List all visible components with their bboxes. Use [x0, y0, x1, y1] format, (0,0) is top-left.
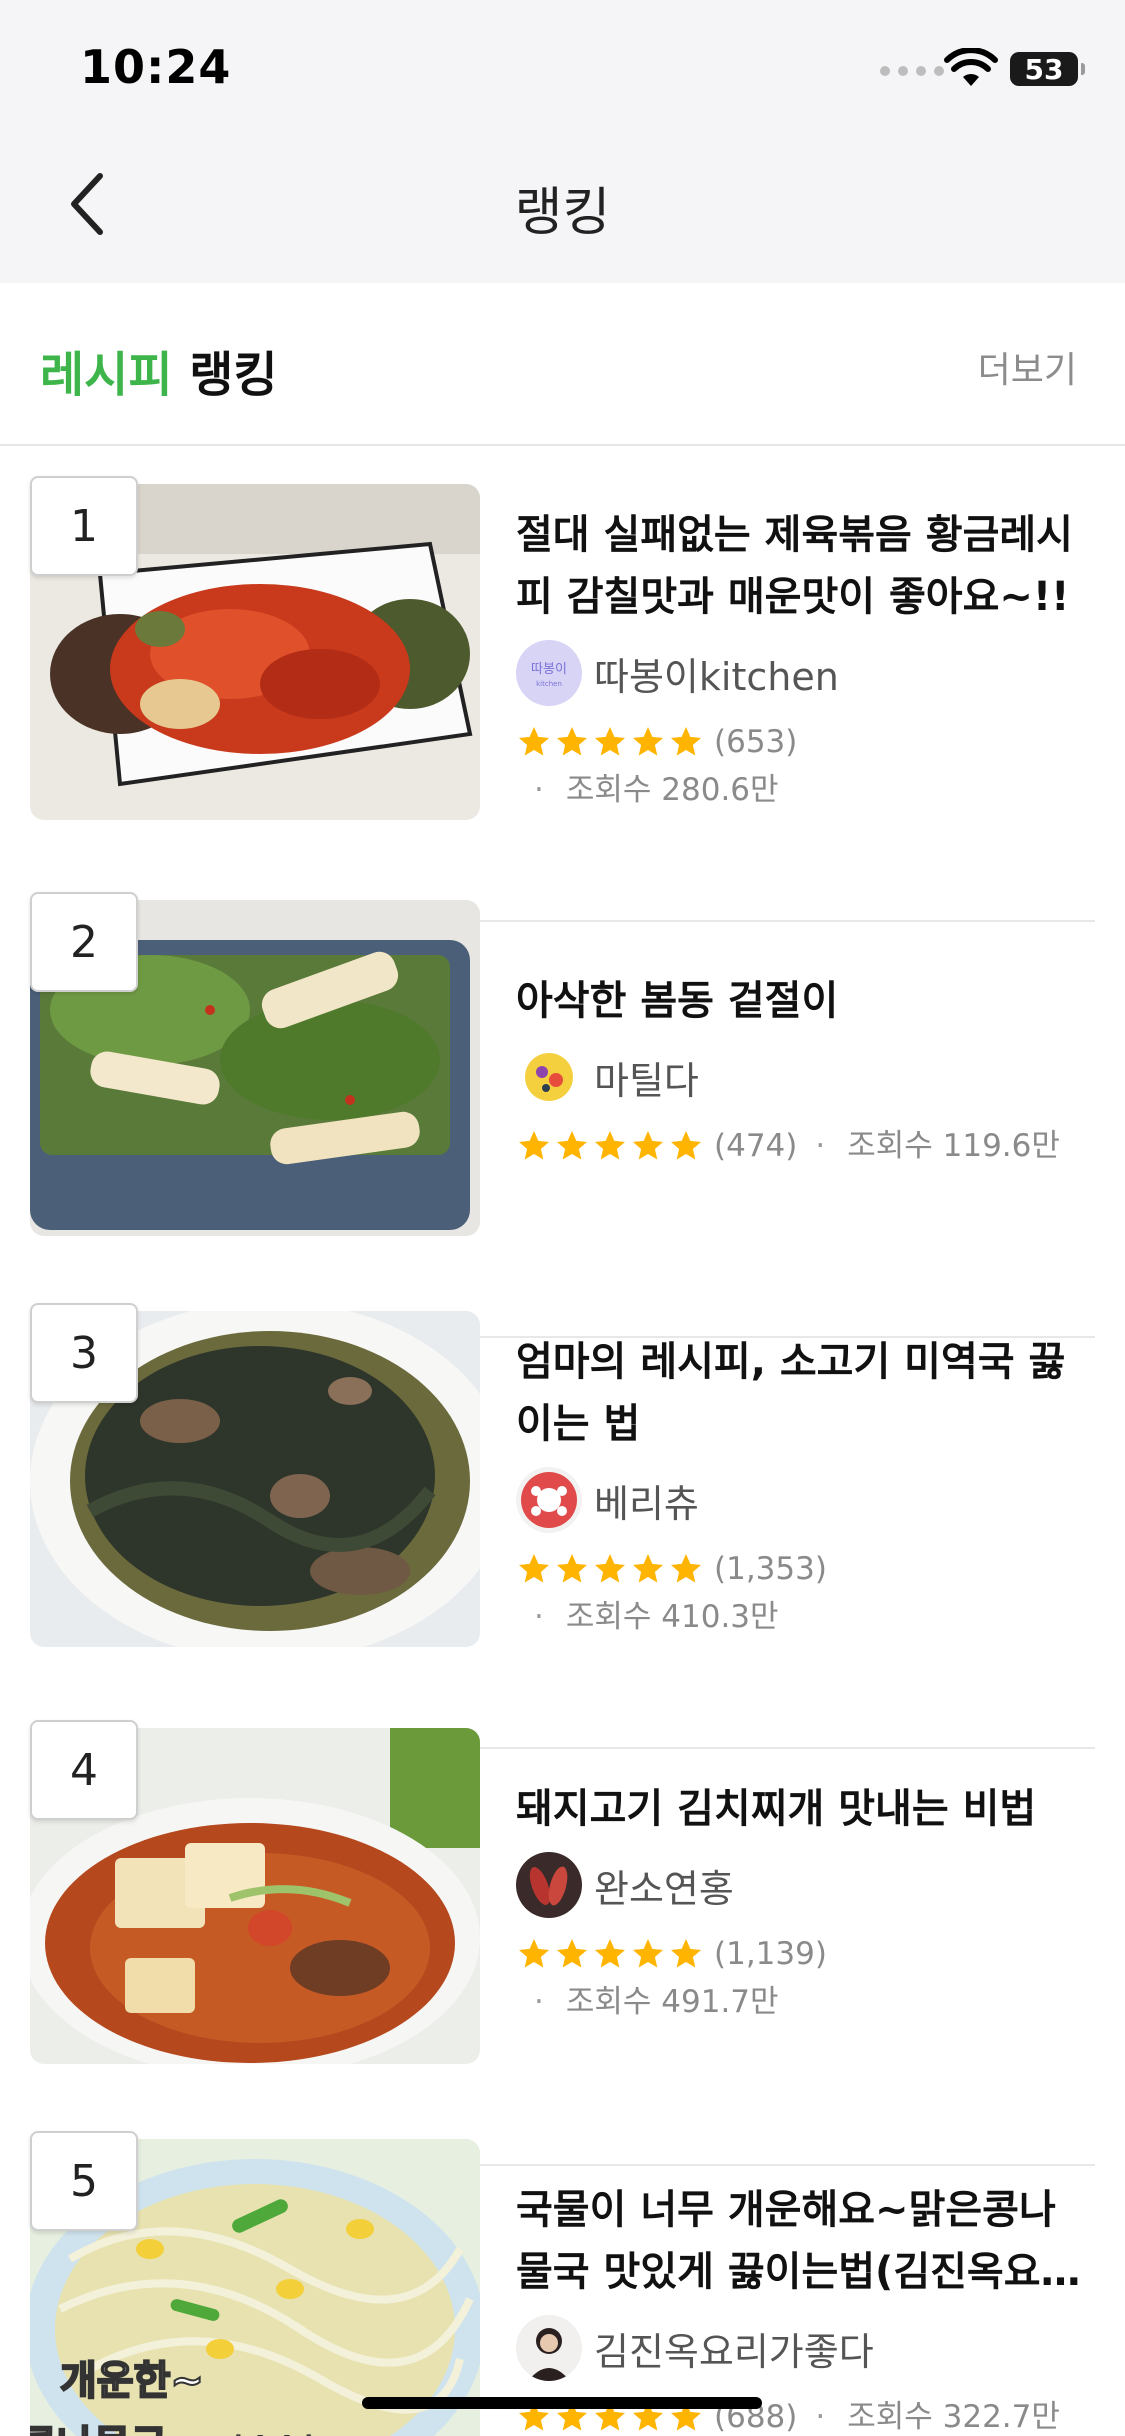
recipe-title: 국물이 너무 개운해요~맑은콩나물국 맛있게 끓이는법(김진옥요리가좋다)	[516, 2187, 1078, 2295]
rating-stars	[516, 1551, 704, 1587]
separator-dot: ·	[815, 2399, 826, 2435]
recipe-author: 베리츄	[516, 1467, 1085, 1533]
star-icon	[557, 727, 587, 756]
recipe-info: 돼지고기 김치찌개 맛내는 비법 완소연홍 (1,139) · 조회수 491.…	[516, 1778, 1085, 2026]
view-count: 조회수 491.7만	[565, 1984, 779, 2020]
author-avatar	[516, 1467, 582, 1533]
separator-dot: ·	[534, 1599, 544, 1635]
rank-badge: 1	[30, 476, 138, 576]
star-icon	[671, 1131, 701, 1160]
star-icon	[633, 1131, 663, 1160]
rating-count: (474)	[714, 1128, 798, 1164]
svg-text:kitchen: kitchen	[536, 680, 562, 688]
rank-badge: 4	[30, 1720, 138, 1820]
rating-stars	[516, 1936, 704, 1972]
recipe-meta: (653) · 조회수 280.6만	[516, 718, 1085, 814]
author-avatar	[516, 2315, 582, 2381]
recipe-meta: (1,139) · 조회수 491.7만	[516, 1930, 1085, 2026]
star-icon	[519, 1131, 549, 1160]
view-count: 조회수 280.6만	[565, 772, 779, 808]
view-count: 조회수 322.7만	[847, 2399, 1060, 2435]
recipe-title: 돼지고기 김치찌개 맛내는 비법	[516, 1786, 1037, 1832]
section-title: 레시피 랭킹	[40, 335, 278, 405]
separator-dot: ·	[534, 1984, 544, 2020]
star-icon	[671, 1554, 701, 1583]
recipe-title: 절대 실패없는 제육볶음 황금레시피 감칠맛과 매운맛이 좋아요~!!	[516, 512, 1073, 620]
author-name: 마틸다	[594, 1058, 699, 1103]
home-indicator	[362, 2397, 762, 2409]
thumbnail-caption: *^^*	[230, 2429, 317, 2436]
star-icon	[595, 1554, 625, 1583]
star-icon	[557, 1554, 587, 1583]
wifi-icon	[944, 48, 998, 86]
section-title-rest: 랭킹	[172, 347, 278, 403]
rating-count: (1,139)	[714, 1936, 827, 1972]
recipe-info: 엄마의 레시피, 소고기 미역국 끓이는 법 베리츄 (1,353) · 조회수…	[516, 1331, 1085, 1641]
top-bar: 10:24 53 랭킹	[0, 0, 1125, 283]
star-icon	[633, 1554, 663, 1583]
star-icon	[671, 727, 701, 756]
recipe-info: 아삭한 봄동 겉절이 마틸다 (474) · 조회수 119.6만	[516, 970, 1085, 1170]
recipe-meta: (474) · 조회수 119.6만	[516, 1122, 1085, 1170]
star-icon	[633, 1939, 663, 1968]
recipe-item[interactable]: 4 돼지고기 김치찌개 맛내는 비법 완소연홍 (1,139) · 조회수 49…	[0, 1720, 1125, 2166]
star-icon	[557, 1131, 587, 1160]
svg-text:따봉이: 따봉이	[531, 662, 567, 677]
author-avatar	[516, 1852, 582, 1918]
recipe-item[interactable]: 2 아삭한 봄동 겉절이 마틸다 (474) · 조회수 119.6만	[0, 892, 1125, 1338]
rank-badge: 3	[30, 1303, 138, 1403]
cellular-signal-icon	[880, 66, 944, 76]
recipe-info: 절대 실패없는 제육볶음 황금레시피 감칠맛과 매운맛이 좋아요~!! 따봉이 k…	[516, 504, 1085, 814]
star-icon	[557, 1939, 587, 1968]
rating-stars	[516, 724, 704, 760]
view-count: 조회수 410.3만	[565, 1599, 779, 1635]
view-count: 조회수 119.6만	[847, 1128, 1060, 1164]
star-icon	[595, 727, 625, 756]
rating-stars	[516, 1128, 704, 1164]
star-icon	[519, 1554, 549, 1583]
recipe-title: 엄마의 레시피, 소고기 미역국 끓이는 법	[516, 1339, 1066, 1447]
rating-count: (653)	[714, 724, 798, 760]
section-title-accent: 레시피	[40, 347, 173, 403]
author-name: 베리츄	[594, 1481, 699, 1526]
author-name: 김진옥요리가좋다	[594, 2329, 874, 2374]
recipe-author: 마틸다	[516, 1044, 1085, 1110]
rank-badge: 5	[30, 2131, 138, 2231]
thumbnail-caption: 콩나물국	[30, 2423, 167, 2436]
star-icon	[595, 1939, 625, 1968]
battery-icon: 53	[1010, 52, 1085, 86]
recipe-item[interactable]: 1 절대 실패없는 제육볶음 황금레시피 감칠맛과 매운맛이 좋아요~!! 따봉…	[0, 476, 1125, 922]
author-avatar: 따봉이 kitchen	[516, 640, 582, 706]
star-icon	[519, 727, 549, 756]
star-icon	[519, 1939, 549, 1968]
star-icon	[595, 1131, 625, 1160]
star-icon	[671, 1939, 701, 1968]
separator-dot: ·	[534, 772, 544, 808]
rank-badge: 2	[30, 892, 138, 992]
author-name: 따봉이kitchen	[594, 654, 839, 699]
thumbnail-caption: 개운한~	[60, 2358, 204, 2404]
page-title: 랭킹	[514, 183, 611, 243]
author-avatar	[516, 1044, 582, 1110]
recipe-item[interactable]: 3 엄마의 레시피, 소고기 미역국 끓이는 법 베리츄 (1,353) · 조…	[0, 1303, 1125, 1749]
status-time: 10:24	[80, 40, 232, 94]
recipe-author: 김진옥요리가좋다	[516, 2315, 1085, 2381]
recipe-item[interactable]: 개운한~ 콩나물국 *^^* 5 국물이 너무 개운해요~맑은콩나물국 맛있게 …	[0, 2131, 1125, 2436]
rating-count: (1,353)	[714, 1551, 827, 1587]
separator-dot: ·	[815, 1128, 826, 1164]
recipe-author: 따봉이 kitchen 따봉이kitchen	[516, 640, 1085, 706]
star-icon	[633, 727, 663, 756]
recipe-meta: (1,353) · 조회수 410.3만	[516, 1545, 1085, 1641]
more-link[interactable]: 더보기	[978, 341, 1077, 393]
author-name: 완소연홍	[594, 1866, 734, 1911]
recipe-title: 아삭한 봄동 겉절이	[516, 978, 839, 1024]
recipe-author: 완소연홍	[516, 1852, 1085, 1918]
section-header: 레시피 랭킹 더보기	[0, 283, 1125, 446]
